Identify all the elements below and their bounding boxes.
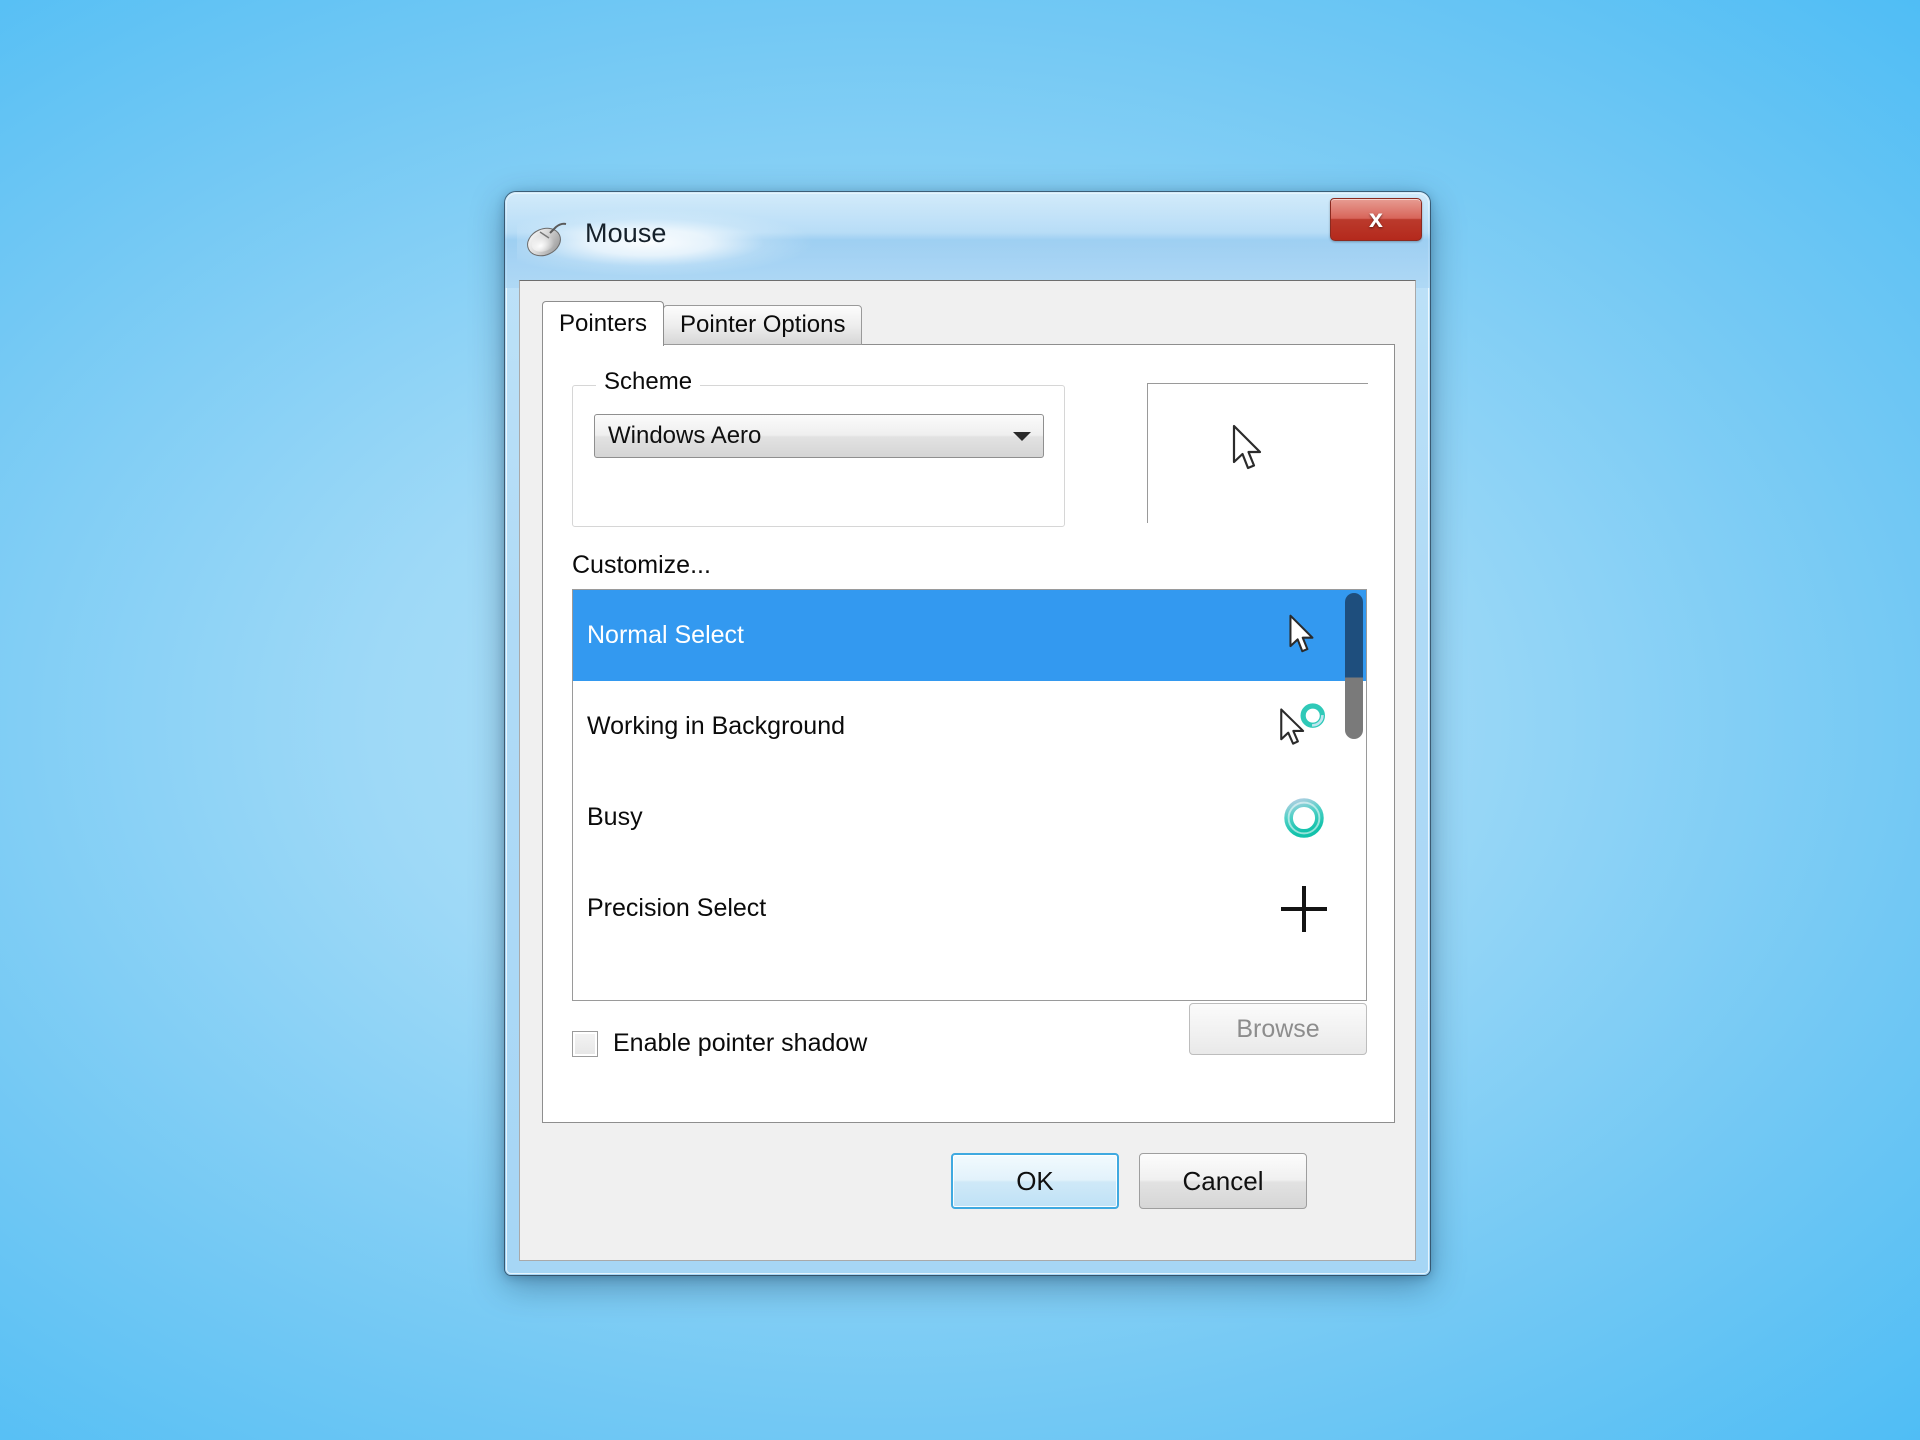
arrow-busy-cursor-icon	[1276, 699, 1332, 755]
browse-button-label: Browse	[1236, 1014, 1320, 1043]
cancel-button[interactable]: Cancel	[1139, 1153, 1307, 1209]
list-item-label: Working in Background	[587, 712, 846, 740]
list-item[interactable]: Precision Select	[573, 863, 1366, 954]
browse-button[interactable]: Browse	[1189, 1003, 1367, 1055]
tab-pointers-label: Pointers	[559, 310, 648, 337]
busy-ring-cursor-icon	[1276, 790, 1332, 846]
checkbox-box[interactable]	[572, 1030, 598, 1057]
tab-pointers[interactable]: Pointers	[542, 301, 665, 346]
scheme-combobox[interactable]: Windows Aero	[594, 414, 1044, 458]
mouse-properties-dialog: Mouse x Pointers Pointer Options Scheme	[505, 192, 1430, 1275]
tab-pointer-options-label: Pointer Options	[680, 311, 846, 338]
scheme-group-box: Scheme Windows Aero	[572, 368, 1065, 527]
pointers-tab-panel: Scheme Windows Aero Customize... Normal …	[542, 344, 1395, 1123]
pointer-list[interactable]: Normal Select Working in Background Busy…	[572, 589, 1367, 1001]
title-bar[interactable]: Mouse x	[505, 192, 1430, 288]
arrow-cursor-icon	[1276, 608, 1332, 664]
ok-button[interactable]: OK	[951, 1153, 1119, 1209]
tab-pointer-options[interactable]: Pointer Options	[663, 305, 863, 345]
enable-pointer-shadow-label: Enable pointer shadow	[613, 1029, 868, 1057]
window-title: Mouse	[585, 218, 667, 248]
pointer-preview-pane	[1147, 383, 1368, 523]
desktop-background: Mouse x Pointers Pointer Options Scheme	[0, 0, 1920, 1440]
arrow-cursor-icon	[1230, 424, 1270, 476]
close-icon: x	[1369, 205, 1383, 233]
scheme-group-label: Scheme	[596, 368, 701, 396]
list-item-label: Busy	[587, 803, 643, 831]
crosshair-cursor-icon	[1276, 881, 1332, 937]
list-scrollbar[interactable]	[1343, 591, 1365, 1000]
list-item-label: Normal Select	[587, 621, 744, 649]
mouse-icon	[523, 218, 569, 258]
tab-strip: Pointers Pointer Options	[542, 301, 863, 346]
cancel-button-label: Cancel	[1182, 1165, 1264, 1196]
enable-pointer-shadow-checkbox[interactable]: Enable pointer shadow	[572, 1029, 867, 1058]
ok-button-label: OK	[1016, 1165, 1054, 1196]
list-item[interactable]: Busy	[573, 772, 1366, 863]
list-item-label: Precision Select	[587, 894, 767, 922]
list-item[interactable]: Normal Select	[573, 590, 1366, 681]
scheme-combobox-value: Windows Aero	[608, 422, 762, 449]
customize-label: Customize...	[572, 551, 711, 579]
close-button[interactable]: x	[1330, 198, 1422, 241]
dialog-client-area: Pointers Pointer Options Scheme Windows …	[519, 280, 1416, 1261]
list-scrollbar-thumb[interactable]	[1345, 593, 1363, 739]
list-item[interactable]: Working in Background	[573, 681, 1366, 772]
chevron-down-icon[interactable]	[1001, 431, 1043, 441]
